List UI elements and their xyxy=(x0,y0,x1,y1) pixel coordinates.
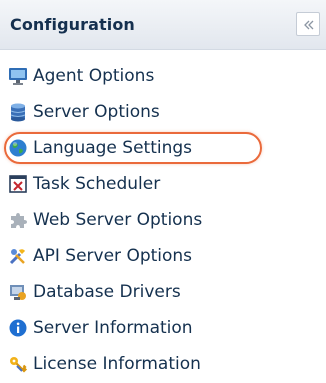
menu-item-server-options[interactable]: Server Options xyxy=(8,94,326,130)
menu-item-label: Web Server Options xyxy=(33,210,203,230)
driver-icon xyxy=(8,282,28,302)
key-icon xyxy=(8,354,28,374)
menu-item-label: Server Options xyxy=(33,102,160,122)
config-menu: Agent Options Server Options Language Se… xyxy=(0,58,326,382)
collapse-button[interactable] xyxy=(296,12,320,36)
tools-icon xyxy=(8,246,28,266)
menu-item-web-server-options[interactable]: Web Server Options xyxy=(8,202,326,238)
calendar-icon xyxy=(8,174,28,194)
menu-item-api-server-options[interactable]: API Server Options xyxy=(8,238,326,274)
info-icon xyxy=(8,318,28,338)
panel-header: Configuration xyxy=(0,0,326,50)
menu-item-label: Agent Options xyxy=(33,66,155,86)
puzzle-icon xyxy=(8,210,28,230)
menu-item-license-information[interactable]: License Information xyxy=(8,346,326,382)
globe-icon xyxy=(8,138,28,158)
double-chevron-left-icon xyxy=(304,20,314,30)
menu-item-task-scheduler[interactable]: Task Scheduler xyxy=(8,166,326,202)
menu-item-label: API Server Options xyxy=(33,246,193,266)
menu-item-label: Language Settings xyxy=(33,138,193,158)
menu-item-language-settings[interactable]: Language Settings xyxy=(4,130,326,166)
panel-title: Configuration xyxy=(10,15,135,34)
menu-item-label: License Information xyxy=(33,354,201,374)
menu-item-database-drivers[interactable]: Database Drivers xyxy=(8,274,326,310)
menu-item-label: Server Information xyxy=(33,318,193,338)
menu-item-label: Task Scheduler xyxy=(33,174,161,194)
configuration-panel: Configuration Agent Options Server Optio… xyxy=(0,0,326,383)
menu-item-server-information[interactable]: Server Information xyxy=(8,310,326,346)
monitor-icon xyxy=(8,66,28,86)
menu-item-label: Database Drivers xyxy=(33,282,181,302)
menu-item-agent-options[interactable]: Agent Options xyxy=(8,58,326,94)
database-icon xyxy=(8,102,28,122)
